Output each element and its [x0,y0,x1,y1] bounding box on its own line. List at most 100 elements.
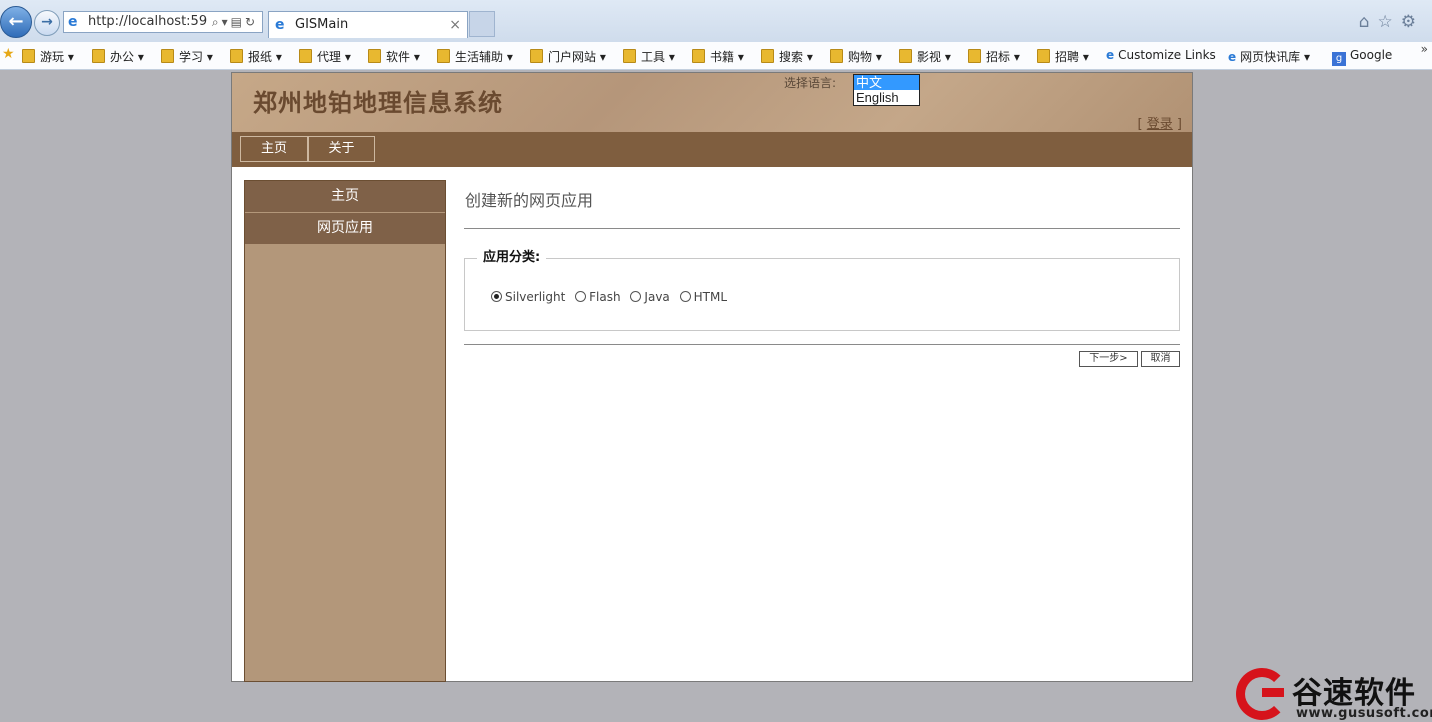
fav-label: 工具 ▾ [641,50,675,64]
folder-icon [437,49,450,63]
radio-silverlight[interactable]: Silverlight [491,290,565,304]
fav-item[interactable]: 生活辅助 ▾ [437,48,513,65]
app-category-fieldset: 应用分类: Silverlight Flash Java HTML [464,246,1180,331]
radio-checked-icon[interactable] [491,291,502,302]
fav-label: 代理 ▾ [317,50,351,64]
tab-gismain[interactable]: e GISMain × [268,11,468,38]
lang-option-chinese[interactable]: 中文 [854,75,919,90]
fav-item[interactable]: 购物 ▾ [830,48,882,65]
settings-gear-icon[interactable]: ⚙ [1401,12,1424,32]
ie-page-icon: e [1228,50,1237,64]
tab-title: GISMain [295,17,349,32]
folder-icon [230,49,243,63]
radio-unchecked-icon[interactable] [679,291,691,302]
back-arrow-icon: ← [8,11,24,32]
login-link[interactable]: 登录 [1147,117,1173,132]
fav-label: 购物 ▾ [848,50,882,64]
fav-label: 书籍 ▾ [710,50,744,64]
page-title: 创建新的网页应用 [465,191,594,210]
next-step-button[interactable]: 下一步> [1079,351,1138,367]
fav-item[interactable]: 代理 ▾ [299,48,351,65]
folder-icon [161,49,174,63]
title-divider [464,228,1180,229]
fav-item[interactable]: 门户网站 ▾ [530,48,606,65]
folder-icon [692,49,705,63]
fav-item[interactable]: 招标 ▾ [968,48,1020,65]
folder-icon [968,49,981,63]
fav-google[interactable]: g Google [1332,48,1392,66]
fav-label: 搜索 ▾ [779,50,813,64]
favorites-star-icon[interactable]: ☆ [1378,12,1401,32]
main-menu: 主页 关于 [232,132,1192,167]
ie-page-icon: e [1106,48,1115,62]
bottom-divider [464,344,1180,345]
fav-label: Google [1350,48,1393,62]
tab-close-icon[interactable]: × [449,12,461,38]
language-listbox[interactable]: 中文 English [853,74,920,106]
fav-label: 报纸 ▾ [248,50,282,64]
radio-label: Java [644,290,670,304]
sidebar-item-web-apps[interactable]: 网页应用 [245,213,445,245]
more-favorites-icon[interactable]: » [1421,42,1428,56]
folder-icon [899,49,912,63]
login-bracket-right: ] [1172,117,1182,132]
fav-item[interactable]: 软件 ▾ [368,48,420,65]
radio-label: Flash [589,290,621,304]
folder-icon [1037,49,1050,63]
radio-unchecked-icon[interactable] [630,291,642,302]
fav-label: 网页快讯库 ▾ [1240,50,1310,64]
radio-flash[interactable]: Flash [575,290,621,304]
fav-item[interactable]: 招聘 ▾ [1037,48,1089,65]
address-url[interactable]: http://localhost:59 [88,12,207,32]
login-bracket-left: [ [1137,117,1147,132]
fav-label: 办公 ▾ [110,50,144,64]
address-bar[interactable]: e http://localhost:59 ⌕▾▤↻ [63,11,263,33]
fav-customize-links[interactable]: e Customize Links [1106,48,1216,62]
folder-icon [299,49,312,63]
fav-item[interactable]: 报纸 ▾ [230,48,282,65]
language-label: 选择语言: [784,76,837,90]
browser-toolbar: ← → e http://localhost:59 ⌕▾▤↻ e GISMain… [0,0,1432,42]
fav-item[interactable]: 办公 ▾ [92,48,144,65]
fav-label: 软件 ▾ [386,50,420,64]
watermark-logo: 谷速软件 www.gususoft.com [1232,666,1432,722]
fav-label: 游玩 ▾ [40,50,74,64]
home-icon[interactable]: ⌂ [1359,12,1378,32]
fav-webslice[interactable]: e 网页快讯库 ▾ [1228,48,1310,65]
favorites-bar: ★ 游玩 ▾ 办公 ▾ 学习 ▾ 报纸 ▾ 代理 ▾ 软件 ▾ 生活辅助 ▾ 门… [0,42,1432,70]
fav-item[interactable]: 学习 ▾ [161,48,213,65]
forward-button[interactable]: → [34,10,60,36]
sidebar-item-home[interactable]: 主页 [245,181,445,213]
google-icon: g [1332,52,1346,66]
lang-option-english[interactable]: English [854,90,919,105]
forward-arrow-icon: → [41,14,53,30]
folder-icon [530,49,543,63]
gis-page: 郑州地铂地理信息系统 选择语言: 中文 English [ 登录 ] 主页 关于… [231,72,1193,682]
login-area: [ 登录 ] [1138,113,1182,132]
site-title: 郑州地铂地理信息系统 [253,88,503,117]
fav-item[interactable]: 游玩 ▾ [22,48,74,65]
new-tab-button[interactable] [469,11,495,37]
ie-icon: e [68,14,78,30]
menu-item-about[interactable]: 关于 [308,136,375,162]
ie-tab-icon: e [275,17,285,33]
fav-label: 影视 ▾ [917,50,951,64]
menu-item-home[interactable]: 主页 [240,136,308,162]
fav-item[interactable]: 工具 ▾ [623,48,675,65]
browser-right-icons: ⌂☆⚙ [1359,12,1424,32]
radio-java[interactable]: Java [630,290,670,304]
fav-item[interactable]: 书籍 ▾ [692,48,744,65]
fav-label: Customize Links [1118,48,1216,62]
back-button[interactable]: ← [0,6,32,38]
fav-label: 招聘 ▾ [1055,50,1089,64]
add-favorite-icon[interactable]: ★ [2,46,15,62]
cancel-button[interactable]: 取消 [1141,351,1180,367]
fav-item[interactable]: 搜索 ▾ [761,48,813,65]
radio-html[interactable]: HTML [679,290,727,304]
folder-icon [22,49,35,63]
fav-item[interactable]: 影视 ▾ [899,48,951,65]
address-tools-icon[interactable]: ⌕▾▤↻ [212,12,258,32]
fav-label: 招标 ▾ [986,50,1020,64]
radio-unchecked-icon[interactable] [575,291,587,302]
folder-icon [92,49,105,63]
